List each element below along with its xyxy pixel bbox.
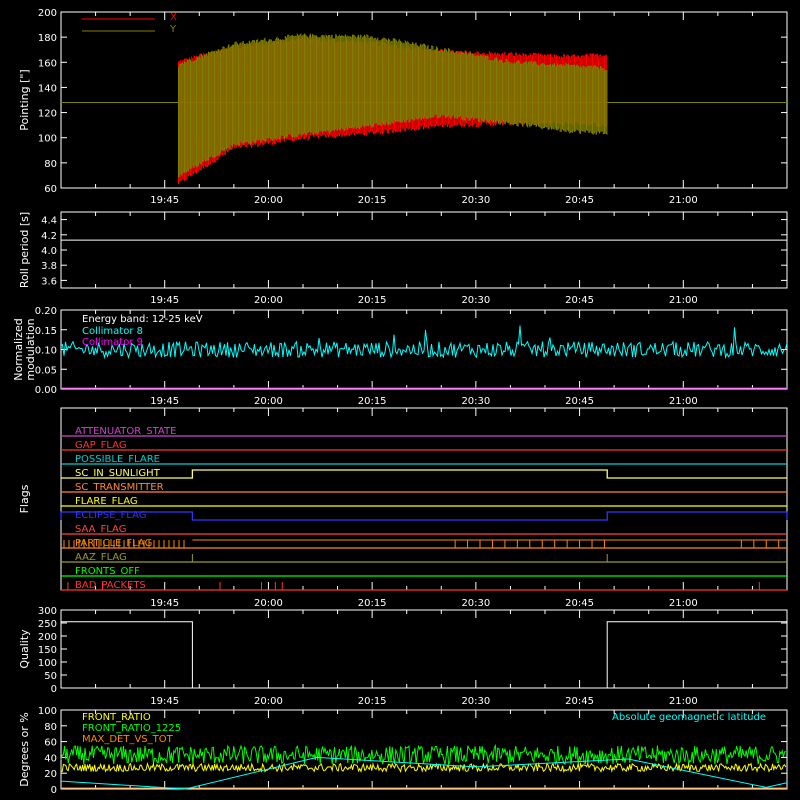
flag-line-sc-in-sunlight <box>61 469 787 479</box>
ratios-ytick-label: 60 <box>44 738 57 749</box>
flag-label: ECLIPSE_FLAG <box>75 510 146 521</box>
roll-ytick-label: 3.6 <box>41 276 57 287</box>
ratios-legend-label: FRONT_RATIO_1225 <box>82 723 181 734</box>
flag-label: SC_IN_SUNLIGHT <box>75 468 161 479</box>
roll-ytick-label: 4.0 <box>41 246 57 257</box>
flag-label: ATTENUATOR_STATE <box>75 426 176 437</box>
pointing-xtick-label: 19:45 <box>150 195 179 206</box>
roll-xtick-label: 20:00 <box>254 295 283 306</box>
ratios-ytick-label: 20 <box>44 769 57 780</box>
quality-xtick-label: 21:00 <box>669 696 698 707</box>
modulation-ytick-label: 0.20 <box>35 306 57 317</box>
roll-xtick-label: 20:45 <box>565 295 594 306</box>
pointing-ylabel: Pointing ["] <box>18 69 31 130</box>
flag-label: BAD_PACKETS <box>75 580 146 591</box>
flag-label: AAZ_FLAG <box>75 552 127 563</box>
roll-xtick-label: 20:30 <box>461 295 490 306</box>
quality-ylabel: Quality <box>18 629 31 669</box>
pointing-ytick-label: 120 <box>38 109 57 120</box>
pointing-ytick-label: 100 <box>38 134 57 145</box>
flag-label: PARTICLE_FLAG <box>75 538 152 549</box>
ratios-series-front-ratio <box>60 761 787 774</box>
quality-ytick-label: 150 <box>38 645 57 656</box>
flag-line-eclipse-flag <box>60 511 788 521</box>
pointing-xtick-label: 20:15 <box>358 195 387 206</box>
modulation-xtick-label: 21:00 <box>669 396 698 407</box>
modulation-xtick-label: 20:30 <box>461 396 490 407</box>
roll-frame <box>60 211 788 289</box>
quality-ytick-label: 50 <box>44 671 57 682</box>
pointing-xtick-label: 20:00 <box>254 195 283 206</box>
quality-ytick-label: 100 <box>38 658 57 669</box>
chart-canvas: Pointing ["]608010012014016018020019:45 2… <box>12 8 788 796</box>
quality-ytick-label: 0 <box>51 684 57 695</box>
modulation-legend-label: Collimator 8 <box>82 326 143 337</box>
pointing-ytick-label: 160 <box>38 58 57 69</box>
quality-ytick-label: 300 <box>38 606 57 617</box>
modulation-xtick-label: 20:15 <box>358 396 387 407</box>
roll-xtick-label: 19:45 <box>150 295 179 306</box>
roll-ytick-label: 4.4 <box>41 216 57 227</box>
roll-ylabel: Roll period [s] <box>18 212 31 288</box>
modulation-legend-label: Collimator 9 <box>82 337 143 348</box>
flag-label: POSSIBLE_FLARE <box>75 454 160 465</box>
flags-ylabel: Flags <box>18 484 31 513</box>
flag-label: SC_TRANSMITTER <box>75 482 164 493</box>
pointing-ytick-label: 180 <box>38 33 57 44</box>
flag-label: FRONTS_OFF <box>75 566 140 577</box>
flags-xtick-label: 20:45 <box>565 598 594 609</box>
modulation-ylabel: Normalizedmodulation <box>12 318 37 380</box>
flag-label: GAP_FLAG <box>75 440 127 451</box>
pointing-series-x <box>178 36 608 185</box>
quality-line <box>61 621 787 689</box>
ratios-ytick-label: 80 <box>44 722 57 733</box>
ratios-legend-geomagnetic: Absolute geomagnetic latitude <box>612 712 766 723</box>
quality-xtick-label: 19:45 <box>150 696 179 707</box>
modulation-xtick-label: 19:45 <box>150 396 179 407</box>
ratios-legend-label: FRONT_RATIO <box>82 712 151 723</box>
modulation-ytick-label: 0.10 <box>35 346 57 357</box>
flags-xtick-label: 21:00 <box>669 598 698 609</box>
quality-xtick-label: 20:45 <box>565 696 594 707</box>
pointing-xtick-label: 20:30 <box>461 195 490 206</box>
roll-xtick-label: 21:00 <box>669 295 698 306</box>
pointing-ytick-label: 60 <box>44 184 57 195</box>
quality-xtick-label: 20:30 <box>461 696 490 707</box>
ratios-ylabel: Degrees or % <box>18 712 31 786</box>
roll-xtick-label: 20:15 <box>358 295 387 306</box>
quality-ytick-label: 200 <box>38 632 57 643</box>
flags-xtick-label: 20:00 <box>254 598 283 609</box>
roll-ytick-label: 3.8 <box>41 261 57 272</box>
ratios-legend-label: MAX_DET_VS_TOT <box>82 734 174 745</box>
quality-xtick-label: 20:00 <box>254 696 283 707</box>
flags-xtick-label: 20:30 <box>461 598 490 609</box>
flags-xtick-label: 19:45 <box>150 598 179 609</box>
pointing-ytick-label: 80 <box>44 159 57 170</box>
modulation-xtick-label: 20:00 <box>254 396 283 407</box>
pointing-xtick-label: 21:00 <box>669 195 698 206</box>
modulation-ytick-label: 0.15 <box>35 326 57 337</box>
roll-ytick-label: 4.2 <box>41 231 57 242</box>
ratios-ytick-label: 40 <box>44 753 57 764</box>
pointing-legend-label-x: X <box>170 12 177 23</box>
pointing-xtick-label: 20:45 <box>565 195 594 206</box>
ratios-ytick-label: 100 <box>38 706 57 717</box>
quality-xtick-label: 20:15 <box>358 696 387 707</box>
flag-label: SAA_FLAG <box>75 524 126 535</box>
ratios-series-front-ratio-1225 <box>60 743 786 766</box>
flag-label: FLARE_FLAG <box>75 496 138 507</box>
pointing-legend-label-y: Y <box>169 24 177 35</box>
quality-ytick-label: 250 <box>38 619 57 630</box>
modulation-series-collimator-8 <box>60 325 788 360</box>
ratios-ytick-label: 0 <box>51 785 57 796</box>
modulation-ytick-label: 0.05 <box>35 365 57 376</box>
modulation-ytick-label: 0.00 <box>35 385 57 396</box>
flags-xtick-label: 20:15 <box>358 598 387 609</box>
pointing-ytick-label: 200 <box>38 8 57 19</box>
pointing-ytick-label: 140 <box>38 83 57 94</box>
modulation-xtick-label: 20:45 <box>565 396 594 407</box>
modulation-annotation: Energy band: 12-25 keV <box>82 314 203 325</box>
